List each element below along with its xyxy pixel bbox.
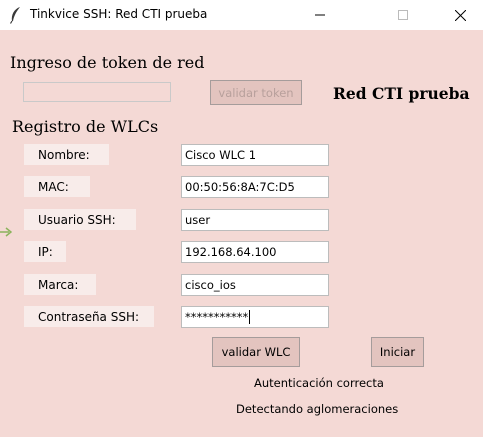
maximize-icon	[398, 10, 408, 20]
auth-status: Autenticación correcta	[254, 376, 384, 390]
minimize-icon	[315, 14, 325, 16]
detection-status: Detectando aglomeraciones	[236, 402, 399, 416]
name-input[interactable]: Cisco WLC 1	[181, 144, 329, 166]
ssh-password-label: Contraseña SSH:	[24, 306, 154, 327]
validate-wlc-button[interactable]: validar WLC	[212, 337, 300, 367]
start-button[interactable]: Iniciar	[371, 337, 424, 367]
ssh-user-input[interactable]: user	[181, 209, 329, 231]
brand-input[interactable]: cisco_ios	[181, 274, 329, 296]
token-heading: Ingreso de token de red	[10, 53, 205, 72]
ssh-password-input[interactable]: ***********	[181, 306, 329, 328]
arrow-icon	[0, 227, 12, 237]
validate-token-button[interactable]: validar token	[210, 80, 302, 105]
ssh-user-label: Usuario SSH:	[24, 209, 136, 230]
brand-label: Marca:	[24, 274, 96, 295]
title-bar: Tinkvice SSH: Red CTI prueba	[0, 0, 483, 30]
network-name-label: Red CTI prueba	[333, 84, 470, 103]
mac-input[interactable]: 00:50:56:8A:7C:D5	[181, 176, 329, 198]
feather-icon	[9, 7, 20, 24]
token-input[interactable]	[23, 82, 171, 102]
mac-label: MAC:	[24, 176, 90, 197]
close-icon	[454, 9, 466, 21]
minimize-button[interactable]	[297, 0, 343, 30]
wlc-heading: Registro de WLCs	[12, 117, 159, 136]
app-window: Tinkvice SSH: Red CTI prueba Ingreso de …	[0, 0, 483, 437]
name-label: Nombre:	[24, 144, 109, 165]
ssh-password-value: ***********	[185, 310, 249, 324]
close-button[interactable]	[437, 0, 483, 30]
ip-input[interactable]: 192.168.64.100	[181, 241, 329, 263]
maximize-button[interactable]	[380, 0, 426, 30]
window-title: Tinkvice SSH: Red CTI prueba	[30, 7, 208, 21]
text-cursor	[249, 310, 251, 324]
ip-label: IP:	[24, 241, 66, 262]
